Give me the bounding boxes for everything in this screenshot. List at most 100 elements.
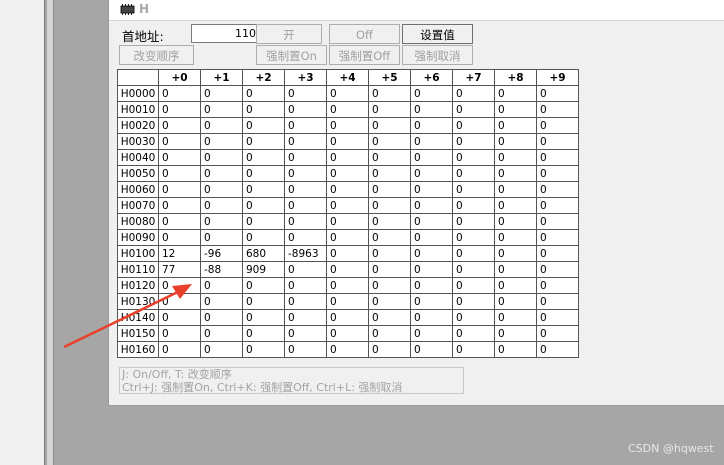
register-cell[interactable]: 0 [242, 229, 285, 246]
register-cell[interactable]: 0 [326, 309, 369, 326]
register-cell[interactable]: 0 [452, 117, 495, 134]
register-cell[interactable]: 0 [242, 309, 285, 326]
register-cell[interactable]: -96 [200, 245, 243, 262]
register-cell[interactable]: 0 [200, 85, 243, 102]
register-cell[interactable]: 0 [284, 229, 327, 246]
register-cell[interactable]: 0 [158, 213, 201, 230]
register-cell[interactable]: 0 [494, 197, 537, 214]
register-cell[interactable]: 0 [494, 165, 537, 182]
register-cell[interactable]: 0 [452, 277, 495, 294]
register-cell[interactable]: 0 [158, 293, 201, 310]
register-cell[interactable]: 0 [410, 245, 453, 262]
register-cell[interactable]: 0 [284, 277, 327, 294]
register-cell[interactable]: 0 [326, 133, 369, 150]
register-cell[interactable]: 0 [326, 229, 369, 246]
register-cell[interactable]: 0 [368, 229, 411, 246]
register-cell[interactable]: 0 [410, 277, 453, 294]
register-cell[interactable]: 0 [452, 197, 495, 214]
register-cell[interactable]: 0 [284, 261, 327, 278]
register-cell[interactable]: 680 [242, 245, 285, 262]
register-cell[interactable]: 0 [452, 85, 495, 102]
register-cell[interactable]: 0 [158, 117, 201, 134]
register-cell[interactable]: 0 [536, 101, 579, 118]
register-cell[interactable]: 0 [452, 293, 495, 310]
register-cell[interactable]: 0 [368, 309, 411, 326]
register-cell[interactable]: -88 [200, 261, 243, 278]
register-cell[interactable]: 0 [368, 325, 411, 342]
register-cell[interactable]: 0 [494, 213, 537, 230]
register-cell[interactable]: 0 [326, 197, 369, 214]
register-cell[interactable]: 0 [200, 213, 243, 230]
register-cell[interactable]: -8963 [284, 245, 327, 262]
register-cell[interactable]: 0 [410, 85, 453, 102]
register-cell[interactable]: 0 [158, 133, 201, 150]
register-cell[interactable]: 0 [368, 133, 411, 150]
register-cell[interactable]: 0 [452, 133, 495, 150]
register-cell[interactable]: 0 [494, 181, 537, 198]
register-cell[interactable]: 0 [242, 277, 285, 294]
register-cell[interactable]: 0 [158, 101, 201, 118]
register-cell[interactable]: 0 [536, 197, 579, 214]
register-cell[interactable]: 0 [410, 341, 453, 358]
register-cell[interactable]: 0 [326, 213, 369, 230]
register-cell[interactable]: 0 [452, 229, 495, 246]
register-cell[interactable]: 12 [158, 245, 201, 262]
register-cell[interactable]: 0 [368, 213, 411, 230]
force-off-button[interactable]: 强制置Off [329, 45, 400, 65]
register-cell[interactable]: 0 [158, 181, 201, 198]
register-cell[interactable]: 0 [410, 309, 453, 326]
register-cell[interactable]: 0 [410, 181, 453, 198]
register-cell[interactable]: 0 [242, 85, 285, 102]
register-cell[interactable]: 0 [158, 277, 201, 294]
register-cell[interactable]: 0 [284, 149, 327, 166]
register-cell[interactable]: 0 [200, 293, 243, 310]
register-cell[interactable]: 0 [494, 309, 537, 326]
register-cell[interactable]: 0 [368, 149, 411, 166]
register-cell[interactable]: 0 [452, 261, 495, 278]
register-cell[interactable]: 0 [242, 213, 285, 230]
register-cell[interactable]: 0 [452, 213, 495, 230]
register-cell[interactable]: 0 [536, 149, 579, 166]
register-cell[interactable]: 0 [200, 229, 243, 246]
register-cell[interactable]: 0 [326, 341, 369, 358]
off-button[interactable]: Off [329, 24, 400, 44]
register-cell[interactable]: 0 [494, 341, 537, 358]
register-cell[interactable]: 0 [452, 341, 495, 358]
register-cell[interactable]: 0 [200, 309, 243, 326]
register-cell[interactable]: 0 [284, 309, 327, 326]
register-cell[interactable]: 0 [242, 133, 285, 150]
register-cell[interactable]: 0 [452, 165, 495, 182]
register-cell[interactable]: 0 [410, 101, 453, 118]
register-cell[interactable]: 0 [536, 213, 579, 230]
register-cell[interactable]: 0 [368, 85, 411, 102]
register-cell[interactable]: 0 [284, 293, 327, 310]
register-cell[interactable]: 0 [410, 213, 453, 230]
register-cell[interactable]: 0 [536, 341, 579, 358]
on-button[interactable]: 开 [256, 24, 322, 44]
register-cell[interactable]: 0 [242, 293, 285, 310]
register-cell[interactable]: 0 [494, 85, 537, 102]
register-cell[interactable]: 0 [242, 181, 285, 198]
register-cell[interactable]: 0 [536, 293, 579, 310]
register-cell[interactable]: 0 [368, 165, 411, 182]
register-cell[interactable]: 77 [158, 261, 201, 278]
force-cancel-button[interactable]: 强制取消 [402, 45, 473, 65]
register-cell[interactable]: 0 [158, 85, 201, 102]
register-cell[interactable]: 0 [410, 261, 453, 278]
register-cell[interactable]: 0 [536, 261, 579, 278]
register-cell[interactable]: 0 [200, 277, 243, 294]
register-cell[interactable]: 0 [326, 101, 369, 118]
register-cell[interactable]: 0 [242, 341, 285, 358]
register-cell[interactable]: 0 [368, 261, 411, 278]
register-cell[interactable]: 0 [368, 245, 411, 262]
register-cell[interactable]: 0 [494, 117, 537, 134]
register-cell[interactable]: 0 [452, 325, 495, 342]
register-cell[interactable]: 0 [200, 133, 243, 150]
register-cell[interactable]: 0 [284, 181, 327, 198]
register-cell[interactable]: 0 [368, 181, 411, 198]
register-cell[interactable]: 0 [326, 165, 369, 182]
register-cell[interactable]: 0 [158, 341, 201, 358]
register-cell[interactable]: 0 [452, 101, 495, 118]
register-cell[interactable]: 0 [200, 325, 243, 342]
register-cell[interactable]: 0 [368, 341, 411, 358]
